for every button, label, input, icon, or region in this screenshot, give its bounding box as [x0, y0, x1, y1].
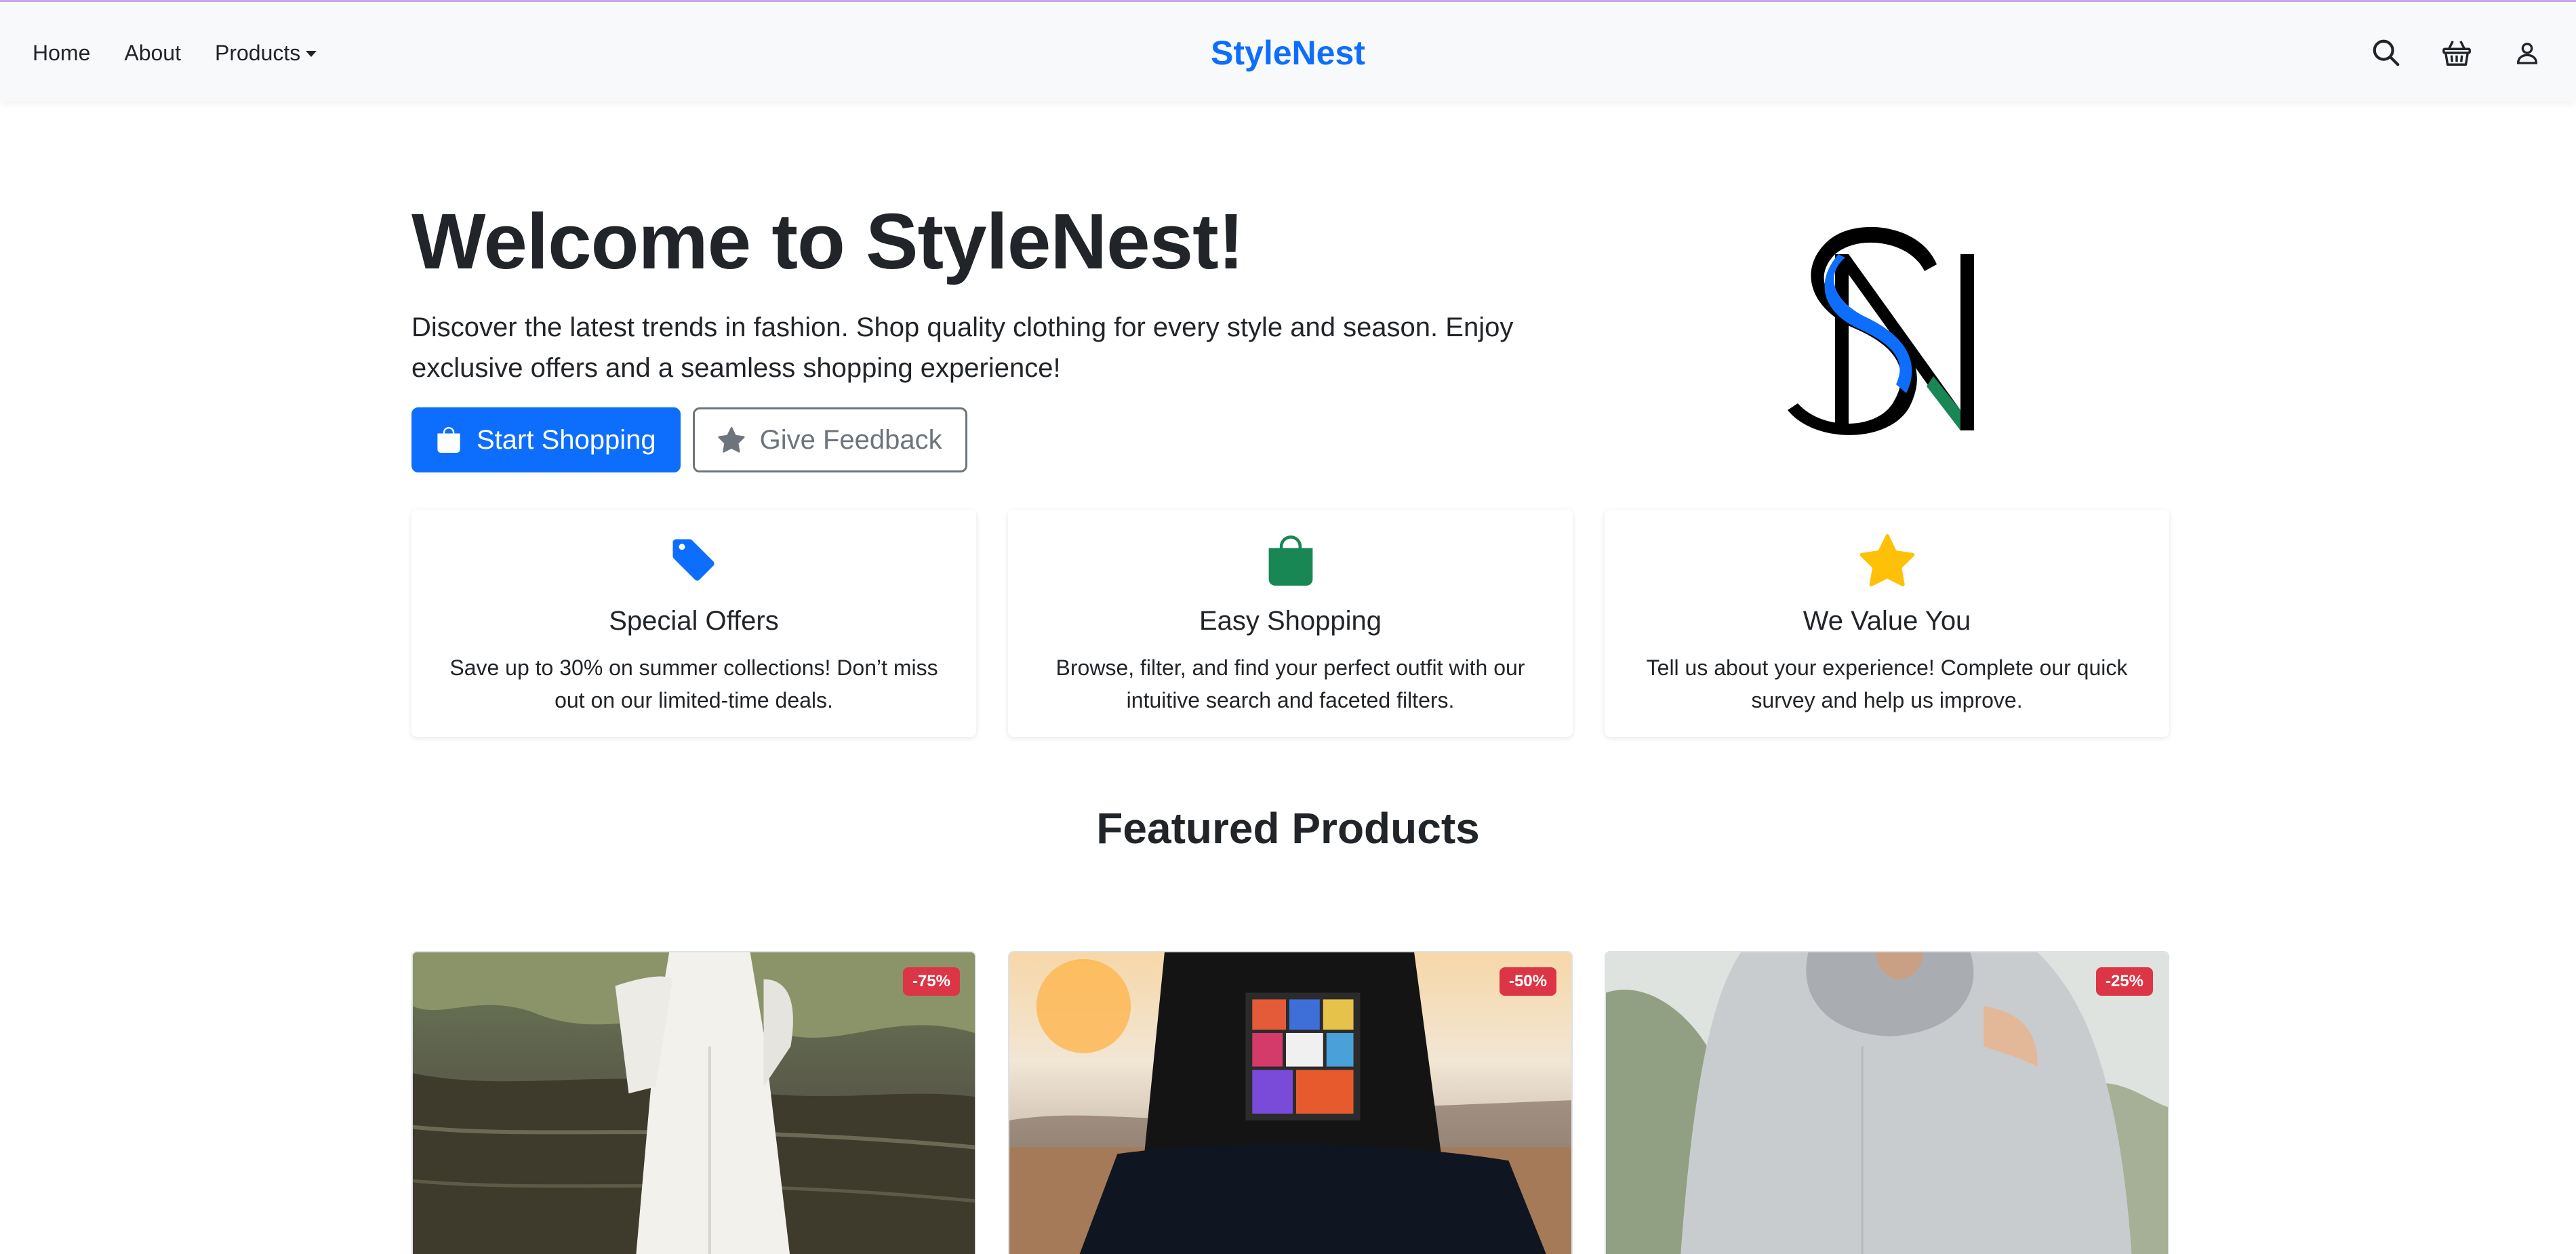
discount-badge: -75%	[902, 967, 960, 996]
white-dress-photo	[413, 952, 975, 1254]
hero-section: Welcome to StyleNest! Discover the lates…	[411, 197, 2171, 481]
hero-lead: Discover the latest trends in fashion. S…	[411, 312, 1514, 384]
product-card-graphic-tshirt[interactable]: -50%	[1008, 951, 1573, 1254]
feature-title: Special Offers	[609, 606, 779, 636]
stylenest-monogram-logo	[1774, 207, 2005, 451]
start-shopping-button[interactable]: Start Shopping	[411, 407, 681, 473]
hero-text: Welcome to StyleNest! Discover the lates…	[411, 197, 1577, 473]
nav-products-label: Products	[214, 40, 301, 65]
nav-home-link[interactable]: Home	[33, 41, 90, 66]
feature-title: We Value You	[1803, 606, 1971, 636]
search-icon[interactable]	[2370, 37, 2402, 69]
brand-wrapper: StyleNest	[0, 2, 2576, 104]
bag-icon	[1008, 530, 1573, 591]
feature-text: Save up to 30% on summer collections! Do…	[449, 655, 938, 712]
graphic-tshirt-photo	[1009, 952, 1571, 1254]
feature-text: Tell us about your experience! Complete …	[1646, 655, 2128, 712]
featured-products-heading: Featured Products	[1096, 804, 1480, 853]
feature-card-special-offers: Special Offers Save up to 30% on summer …	[411, 510, 976, 737]
nav-actions	[2370, 2, 2543, 104]
user-icon[interactable]	[2511, 37, 2543, 69]
features-row: Special Offers Save up to 30% on summer …	[411, 510, 2171, 737]
feature-text: Browse, filter, and find your perfect ou…	[1055, 655, 1525, 712]
give-feedback-label: Give Feedback	[759, 424, 942, 455]
hero-title: Welcome to StyleNest!	[411, 197, 1244, 285]
products-row: -75% -50% -25%	[411, 951, 2171, 1254]
star-icon	[717, 427, 745, 453]
star-icon	[1605, 530, 2169, 591]
discount-badge: -50%	[1499, 967, 1556, 996]
nav-about-link[interactable]: About	[124, 41, 181, 66]
caret-down-icon	[306, 50, 317, 57]
brand-logo-text[interactable]: StyleNest	[1211, 33, 1365, 73]
give-feedback-button[interactable]: Give Feedback	[692, 407, 967, 473]
navbar: Home About Products StyleNest	[0, 0, 2576, 102]
basket-icon[interactable]	[2440, 37, 2473, 69]
feature-title: Easy Shopping	[1199, 606, 1382, 636]
product-card-white-dress[interactable]: -75%	[411, 951, 976, 1254]
product-card-grey-hoodie[interactable]: -25%	[1605, 951, 2169, 1254]
tag-icon	[411, 530, 976, 591]
nav-products-dropdown[interactable]: Products	[215, 41, 317, 66]
shopping-bag-icon	[437, 427, 460, 453]
feature-card-we-value-you: We Value You Tell us about your experien…	[1605, 510, 2169, 737]
hero-buttons: Start Shopping Give Feedback	[411, 407, 1577, 473]
discount-badge: -25%	[2095, 967, 2153, 996]
grey-hoodie-photo	[1606, 952, 2168, 1254]
start-shopping-label: Start Shopping	[477, 424, 656, 455]
nav-links: Home About Products	[33, 2, 317, 104]
feature-card-easy-shopping: Easy Shopping Browse, filter, and find y…	[1008, 510, 1573, 737]
